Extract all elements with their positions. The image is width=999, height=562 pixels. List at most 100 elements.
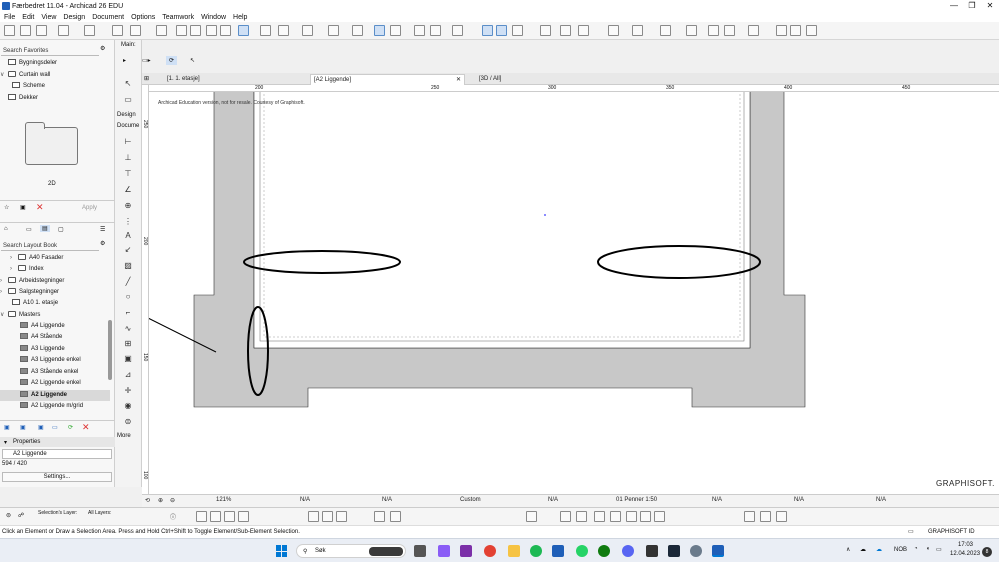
label-tool-icon[interactable]: ↙	[121, 244, 135, 255]
chrome-icon[interactable]	[484, 545, 496, 557]
maximize-button[interactable]: ❐	[963, 0, 981, 12]
project-map-icon[interactable]: ⌂	[4, 226, 8, 232]
app-icon[interactable]	[646, 545, 658, 557]
camera-tool-icon[interactable]: ◉	[121, 400, 135, 411]
menu-teamwork[interactable]: Teamwork	[162, 14, 194, 21]
selection-method-icon[interactable]: ▭▸	[142, 57, 151, 64]
magic-wand-icon[interactable]	[482, 25, 493, 36]
info-icon[interactable]: ⓘ	[170, 512, 176, 521]
whatsapp-icon[interactable]	[576, 545, 588, 557]
explode-icon[interactable]	[578, 25, 589, 36]
pen-set-value[interactable]: 01 Penner 1:50	[616, 497, 657, 503]
circle-tool-icon[interactable]: ○	[121, 291, 135, 302]
settings-icon[interactable]	[690, 545, 702, 557]
stack-icon[interactable]	[640, 511, 651, 522]
change-tool-icon[interactable]: ✛	[121, 385, 135, 396]
steam-icon[interactable]	[668, 545, 680, 557]
onedrive-icon[interactable]: ☁	[876, 546, 882, 553]
grid-element-tool-icon[interactable]: ⋮	[121, 216, 135, 227]
layout-book-item[interactable]: ∨ Masters	[0, 310, 110, 321]
new-layout-icon[interactable]: ▣	[4, 424, 10, 431]
tab-layout[interactable]: [A2 Liggende] ✕	[310, 74, 465, 85]
book-icon[interactable]	[748, 25, 759, 36]
delete-layout-icon[interactable]: ✕	[82, 422, 90, 433]
delete-favorite-icon[interactable]: ✕	[36, 202, 44, 213]
layer-settings-icon[interactable]: ☍	[18, 512, 24, 519]
align-icon[interactable]	[430, 25, 441, 36]
polyline-tool-icon[interactable]: ⌐	[121, 307, 135, 318]
favorites-item[interactable]: Bygningsdeler	[0, 58, 110, 69]
notification-badge[interactable]: 8	[982, 547, 992, 557]
arrow-info-icon[interactable]: ▸	[123, 57, 126, 64]
language-indicator[interactable]: NOB	[894, 547, 907, 553]
id-card-icon[interactable]: ▭	[908, 528, 914, 535]
section-view-icon[interactable]	[210, 511, 221, 522]
zoom-in-icon[interactable]: ⊕	[158, 497, 163, 504]
menu-view[interactable]: View	[41, 14, 56, 21]
teams-icon[interactable]	[438, 545, 450, 557]
close-button[interactable]: ✕	[981, 0, 999, 12]
wifi-icon[interactable]: ◔	[914, 546, 918, 552]
worksheet-icon[interactable]	[374, 511, 385, 522]
task-view-icon[interactable]	[414, 545, 426, 557]
minimize-button[interactable]: —	[945, 0, 963, 12]
layout-scrollbar[interactable]	[108, 320, 112, 380]
layout-book-icon[interactable]: ▤	[40, 225, 50, 232]
spline-tool-icon[interactable]: ∿	[121, 323, 135, 334]
discord-icon[interactable]	[622, 545, 634, 557]
master-layout-item[interactable]: A2 Liggende m/grid	[20, 401, 130, 412]
arrange-icon[interactable]	[760, 511, 771, 522]
master-layout-item[interactable]: A3 Liggende	[20, 344, 130, 355]
undo-icon[interactable]	[206, 25, 217, 36]
master-layout-item[interactable]: A2 Liggende enkel	[20, 378, 130, 389]
marquee-tool-icon[interactable]: ▭	[121, 94, 135, 105]
layer-icon[interactable]: ⊜	[6, 512, 11, 519]
spotify-icon[interactable]	[530, 545, 542, 557]
flag-icon[interactable]	[708, 25, 719, 36]
menu-document[interactable]: Document	[92, 14, 124, 21]
grid-icon[interactable]	[352, 25, 363, 36]
drawing-tool-icon[interactable]: ⊿	[121, 369, 135, 380]
publisher-icon[interactable]: ▢	[58, 226, 64, 233]
detail-view-icon[interactable]	[336, 511, 347, 522]
menu-edit[interactable]: Edit	[22, 14, 34, 21]
distribute-icon[interactable]	[452, 25, 463, 36]
cut-icon[interactable]	[176, 25, 187, 36]
renovation-icon[interactable]	[512, 25, 523, 36]
taskbar-search[interactable]: ⚲ Søk	[296, 544, 406, 558]
view-map-icon[interactable]: ▭	[26, 226, 32, 233]
syringe-icon[interactable]	[790, 25, 801, 36]
favorites-item[interactable]: Scheme	[12, 81, 122, 92]
windows-start-icon[interactable]	[276, 545, 288, 557]
mirror-icon[interactable]	[632, 25, 643, 36]
rotate-icon[interactable]: ⟳	[166, 56, 178, 65]
new-master-icon[interactable]: ▣	[38, 424, 44, 431]
graphisoft-id-label[interactable]: GRAPHISOFT ID	[928, 529, 975, 535]
layout-book-search-input[interactable]: Search Layout Book	[1, 241, 99, 251]
plot-icon[interactable]	[84, 25, 95, 36]
tab-3d[interactable]: [3D / All]	[476, 74, 626, 85]
drawing-view-icon[interactable]	[322, 511, 333, 522]
figure-tool-icon[interactable]: ▣	[121, 353, 135, 364]
dimension-tool-icon[interactable]: ⊢	[121, 136, 135, 147]
open-file-icon[interactable]	[20, 25, 31, 36]
distribute-tools-icon[interactable]	[744, 511, 755, 522]
layout-book-item[interactable]: › Arbeidstegninger	[0, 276, 110, 287]
collapse-chevron-icon[interactable]: ▾	[4, 439, 7, 446]
tab-floor-plan[interactable]: [1. 1. etasje]	[164, 74, 314, 85]
layers-icon[interactable]	[112, 25, 123, 36]
properties-name-field[interactable]: A2 Liggende	[2, 449, 112, 459]
grid-snap-icon[interactable]	[328, 25, 339, 36]
group-icon[interactable]	[390, 25, 401, 36]
elevation-dimension-tool-icon[interactable]: ⊤	[121, 168, 135, 179]
undo-zoom-icon[interactable]: ⟲	[145, 497, 150, 504]
3d-view-icon[interactable]	[686, 25, 697, 36]
archicad-taskbar-icon[interactable]	[712, 545, 724, 557]
print-icon[interactable]	[58, 25, 69, 36]
settings-button[interactable]: Settings...	[2, 472, 112, 482]
hotspot-tool-icon[interactable]: ⊞	[121, 338, 135, 349]
fill-tool-icon[interactable]: ▨	[121, 260, 135, 271]
apply-button[interactable]: Apply	[82, 205, 97, 211]
menu-lines-icon[interactable]: ☰	[100, 226, 105, 233]
elevation-view-icon[interactable]	[224, 511, 235, 522]
